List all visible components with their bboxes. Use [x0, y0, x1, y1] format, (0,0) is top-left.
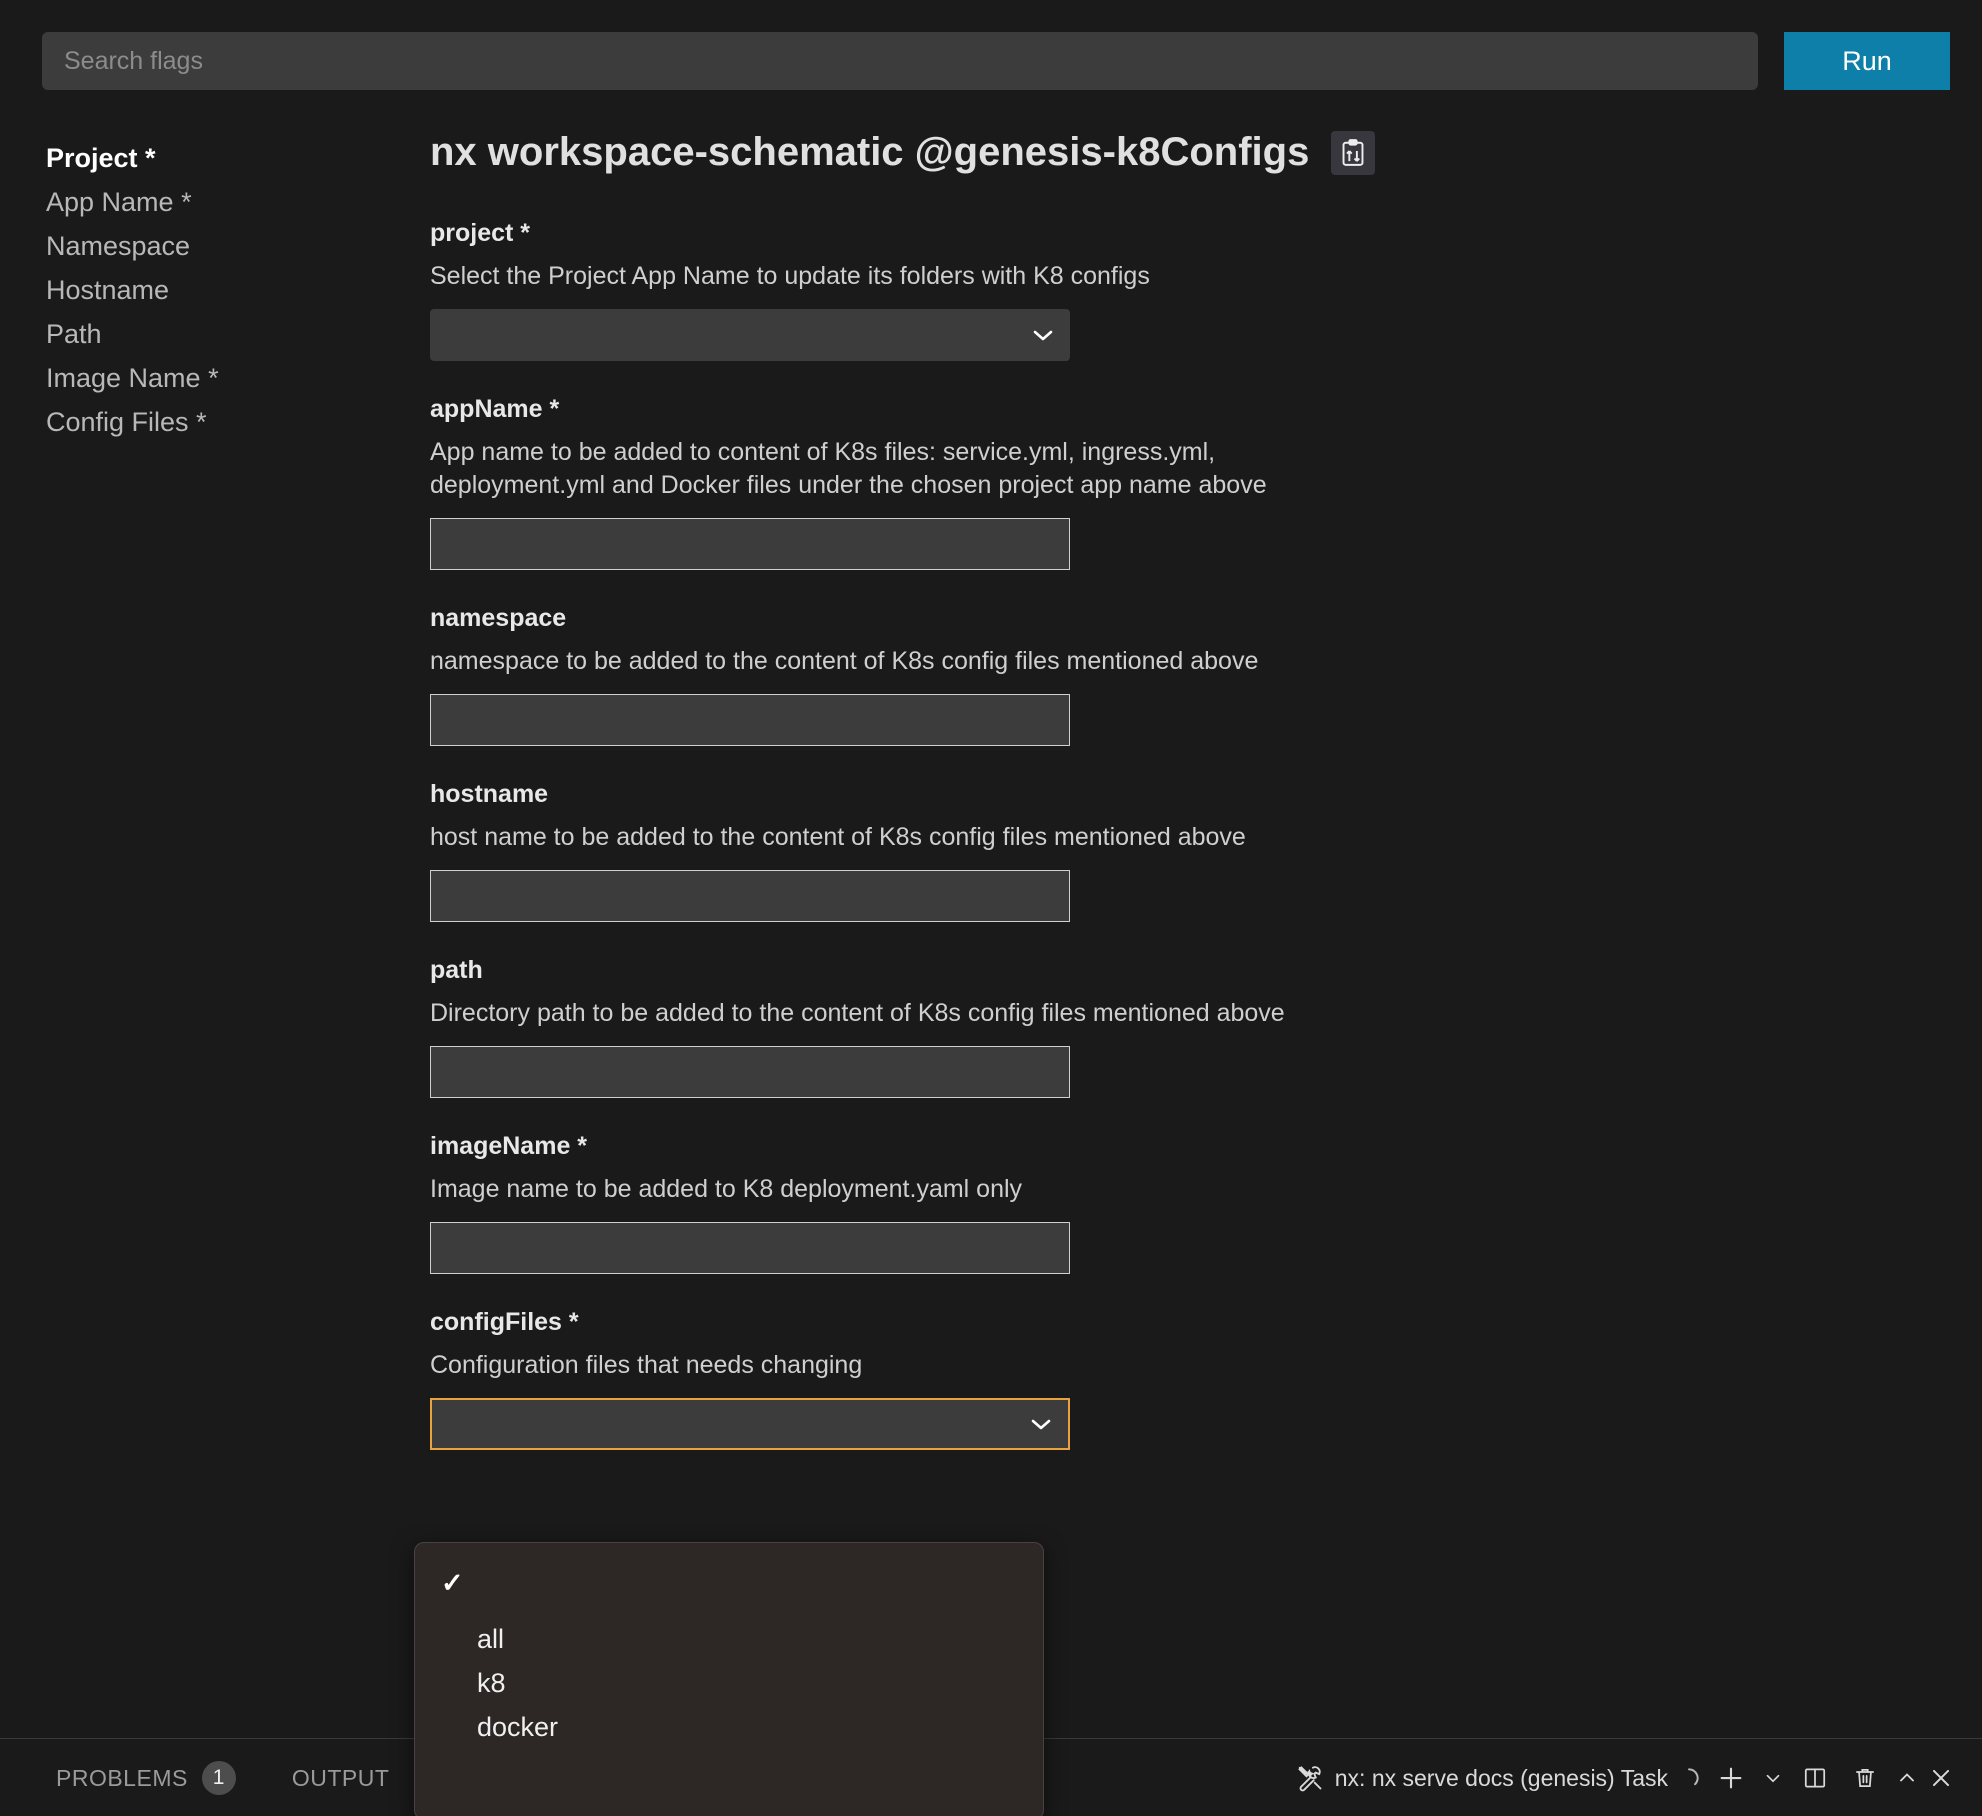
field-configFiles: configFiles * Configuration files that ne…: [430, 1308, 1630, 1450]
split-editor-icon[interactable]: [1790, 1753, 1840, 1803]
plus-icon[interactable]: [1706, 1753, 1756, 1803]
terminal-task-label: nx: nx serve docs (genesis) Task: [1334, 1764, 1668, 1791]
dropdown-option-k8[interactable]: k8: [415, 1661, 1043, 1705]
input-appName[interactable]: [430, 518, 1070, 570]
chevron-down-icon[interactable]: [1756, 1753, 1790, 1803]
field-description-namespace: namespace to be added to the content of …: [430, 647, 1259, 675]
field-label-hostname: hostname: [430, 780, 549, 808]
tab-problems[interactable]: PROBLEMS 1: [28, 1739, 264, 1816]
input-hostname[interactable]: [430, 870, 1070, 922]
run-button[interactable]: Run: [1784, 32, 1950, 90]
sidebar-item-project[interactable]: Project *: [0, 136, 420, 180]
select-configFiles[interactable]: [430, 1398, 1070, 1450]
dropdown-option-empty[interactable]: [415, 1561, 1043, 1605]
field-navigation-sidebar: Project * App Name * Namespace Hostname Path…: [0, 136, 420, 444]
tools-icon: [1285, 1753, 1335, 1803]
input-imageName[interactable]: [430, 1222, 1070, 1274]
top-toolbar: Run: [0, 0, 1982, 100]
status-badge: 1: [201, 1761, 236, 1795]
field-project: project * Select the Project App Name to …: [430, 219, 1630, 361]
sidebar-item-config-files[interactable]: Config Files *: [0, 400, 420, 444]
field-description-configFiles: Configuration files that needs changing: [430, 1351, 863, 1379]
trash-icon[interactable]: [1840, 1753, 1890, 1803]
config-files-dropdown-menu[interactable]: allk8docker: [414, 1542, 1044, 1816]
dropdown-separator: [415, 1605, 1043, 1617]
tab-label: OUTPUT: [291, 1765, 390, 1791]
clipboard-import-export-icon[interactable]: [1331, 130, 1376, 175]
sidebar-item-app-name[interactable]: App Name *: [0, 180, 420, 224]
field-label-imageName: imageName *: [430, 1132, 588, 1160]
form-fields: project * Select the Project App Name to …: [430, 219, 1630, 1450]
field-hostname: hostname host name to be added to the con…: [430, 780, 1630, 922]
field-label-path: path: [430, 956, 483, 984]
dropdown-option-docker[interactable]: docker: [415, 1705, 1043, 1749]
sidebar-item-namespace[interactable]: Namespace: [0, 224, 420, 268]
field-label-appName: appName *: [430, 395, 560, 423]
field-imageName: imageName * Image name to be added to K8 …: [430, 1132, 1630, 1274]
page-title: nx workspace-schematic @genesis-k8Config…: [430, 130, 1310, 174]
vscode-schematic-form-window: Run Project *App Name *NamespaceHostname…: [0, 0, 1982, 1816]
select-project[interactable]: [430, 309, 1070, 361]
field-description-imageName: Image name to be added to K8 deployment.…: [430, 1175, 1023, 1203]
field-label-namespace: namespace: [430, 604, 567, 632]
sidebar-item-path[interactable]: Path: [0, 312, 420, 356]
input-namespace[interactable]: [430, 694, 1070, 746]
field-path: path Directory path to be added to the co…: [430, 956, 1630, 1098]
field-description-appName: App name to be added to content of K8s f…: [430, 438, 1267, 499]
search-input[interactable]: [42, 32, 1758, 90]
chevron-up-icon[interactable]: [1890, 1753, 1924, 1803]
spinner-icon: [1672, 1753, 1706, 1803]
terminal-toolbar: nx: nx serve docs (genesis) Task: [1285, 1739, 1958, 1816]
form-header: nx workspace-schematic @genesis-k8Config…: [430, 130, 1630, 175]
chevron-down-icon: [1030, 1417, 1052, 1431]
tab-label: PROBLEMS: [56, 1765, 188, 1791]
field-description-hostname: host name to be added to the content of …: [430, 823, 1246, 851]
sidebar-item-hostname[interactable]: Hostname: [0, 268, 420, 312]
schematic-form: nx workspace-schematic @genesis-k8Config…: [430, 130, 1630, 1484]
sidebar-item-image-name[interactable]: Image Name *: [0, 356, 420, 400]
dropdown-option-all[interactable]: all: [415, 1617, 1043, 1661]
field-description-project: Select the Project App Name to update it…: [430, 262, 1150, 290]
input-path[interactable]: [430, 1046, 1070, 1098]
field-label-configFiles: configFiles *: [430, 1308, 579, 1336]
field-description-path: Directory path to be added to the conten…: [430, 999, 1285, 1027]
chevron-down-icon: [1032, 328, 1054, 342]
field-appName: appName * App name to be added to content…: [430, 395, 1630, 570]
tab-output[interactable]: OUTPUT: [264, 1739, 418, 1816]
field-namespace: namespace namespace to be added to the co…: [430, 604, 1630, 746]
close-icon[interactable]: [1924, 1753, 1958, 1803]
field-label-project: project *: [430, 219, 531, 247]
